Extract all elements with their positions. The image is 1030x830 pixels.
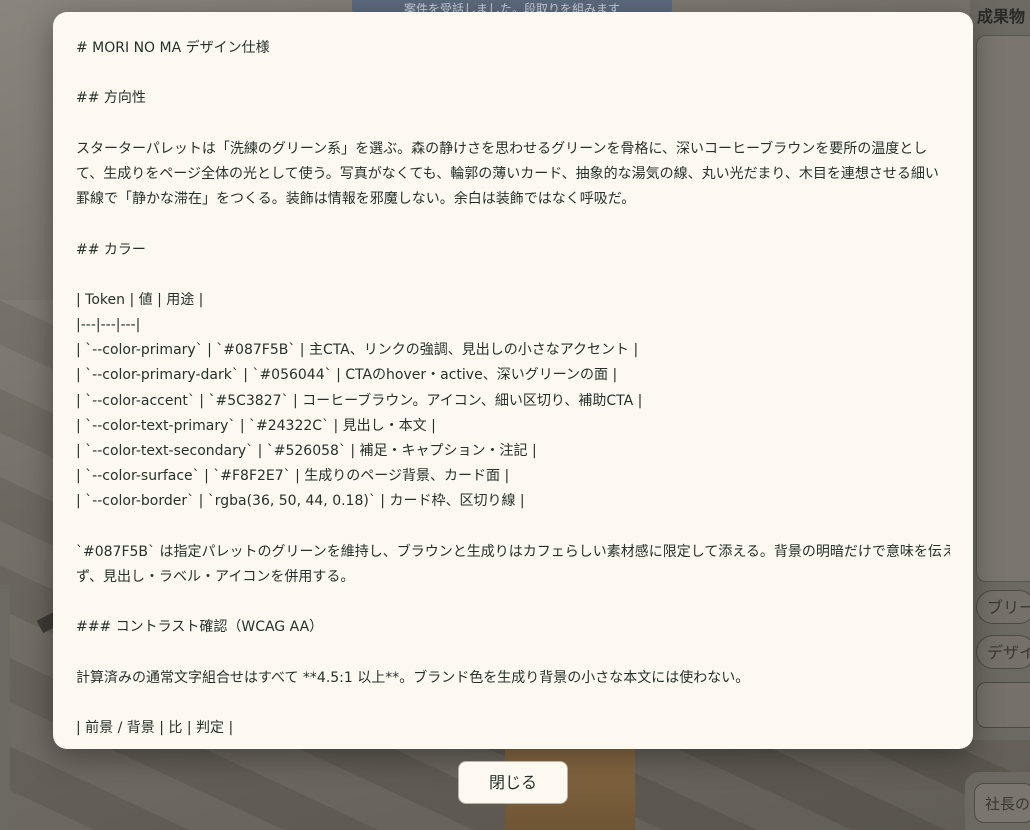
chat-input[interactable]: 社長の bbox=[974, 783, 1030, 823]
spec-line: | `--color-text-primary` | `#24322C` | 見… bbox=[76, 417, 436, 434]
design-tab-button[interactable]: デザイン bbox=[976, 635, 1030, 669]
design-spec-content: # MORI NO MA デザイン仕様 ## 方向性 スターターパレットは「洗練… bbox=[53, 12, 973, 743]
spec-line: # MORI NO MA デザイン仕様 bbox=[76, 40, 270, 56]
spec-line: | `--color-primary-dark` | `#056044` | C… bbox=[76, 367, 618, 384]
spec-line: | Token | 値 | 用途 | bbox=[76, 291, 204, 308]
background-left-panel bbox=[0, 585, 10, 830]
close-button[interactable]: 閉じる bbox=[458, 761, 568, 804]
spec-line: ### コントラスト確認（WCAG AA） bbox=[76, 619, 324, 636]
spec-line: 罫線で「静かな滞在」をつくる。装飾は情報を邪魔しない。余白は装飾ではなく呼吸だ。 bbox=[76, 191, 636, 208]
deliverables-box bbox=[976, 682, 1030, 728]
spec-line: ず、見出し・ラベル・アイコンを併用する。 bbox=[76, 568, 355, 585]
spec-line: | 前景 / 背景 | 比 | 判定 | bbox=[76, 720, 234, 737]
spec-line: | `--color-primary` | `#087F5B` | 主CTA、リ… bbox=[76, 342, 639, 359]
spec-line: ## カラー bbox=[76, 241, 146, 258]
spec-line: ## 方向性 bbox=[76, 90, 146, 107]
spec-line: | `--color-border` | `rgba(36, 50, 44, 0… bbox=[76, 493, 525, 510]
deliverables-area bbox=[976, 35, 1030, 582]
spec-line: |---|---|---| bbox=[76, 317, 141, 334]
spec-line: て、生成りをページ全体の光として使う。写真がなくても、輪郭の薄いカード、抽象的な… bbox=[76, 165, 939, 182]
spec-line: `#087F5B` は指定パレットのグリーンを維持し、ブラウンと生成りはカフェら… bbox=[76, 543, 950, 560]
spec-line: 計算済みの通常文字組合せはすべて **4.5:1 以上**。ブランド色を生成り背… bbox=[76, 669, 750, 686]
spec-line: スターターパレットは「洗練のグリーン系」を選ぶ。森の静けさを思わせるグリーンを骨… bbox=[76, 140, 928, 157]
brief-tab-button[interactable]: ブリーフ bbox=[976, 590, 1030, 624]
design-spec-modal: # MORI NO MA デザイン仕様 ## 方向性 スターターパレットは「洗練… bbox=[53, 12, 973, 749]
deliverables-title: 成果物 bbox=[977, 7, 1026, 26]
spec-line: | `--color-surface` | `#F8F2E7` | 生成りのペー… bbox=[76, 468, 510, 485]
spec-line: | `--color-text-secondary` | `#526058` |… bbox=[76, 443, 537, 459]
spec-line: | `--color-accent` | `#5C3827` | コーヒーブラウ… bbox=[76, 392, 643, 409]
